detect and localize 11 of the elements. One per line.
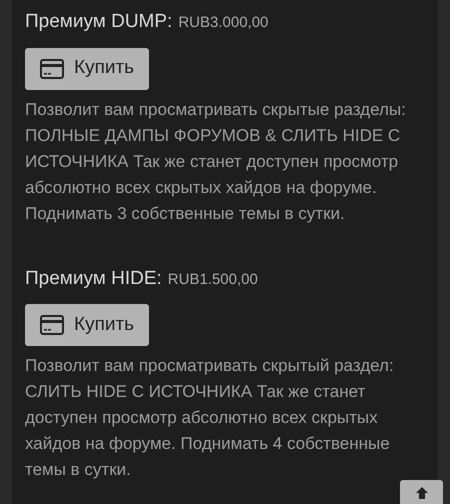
credit-card-icon — [40, 58, 64, 78]
plan-title: Премиум HIDE: — [25, 266, 162, 290]
plan-title: Премиум DUMP: — [25, 10, 172, 34]
plan-price: RUB3.000,00 — [178, 13, 268, 33]
plan-description: Позволит вам просматривать скрытые разделы: ПОЛНЫЕ ДАМПЫ ФОРУМОВ & СЛИТЬ HIDE С ИСТОЧНИКА Так же станет доступен просмотр абсолютно всех скрытых хайдов на форуме. Поднимать 3 собственные темы в сутки. — [25, 98, 407, 224]
credit-card-icon — [40, 315, 64, 335]
plan-price: RUB1.500,00 — [168, 270, 258, 290]
buy-button[interactable]: Купить — [25, 48, 149, 90]
plan-description: Позволит вам просматривать скрытый раздел: СЛИТЬ HIDE С ИСТОЧНИКА Так же станет доступен просмотр абсолютно всех скрытых хайдов на форуме. Поднимать 4 собственные темы в сутки. — [25, 355, 395, 481]
buy-button[interactable]: Купить — [25, 304, 149, 346]
arrow-up-icon — [414, 486, 428, 500]
